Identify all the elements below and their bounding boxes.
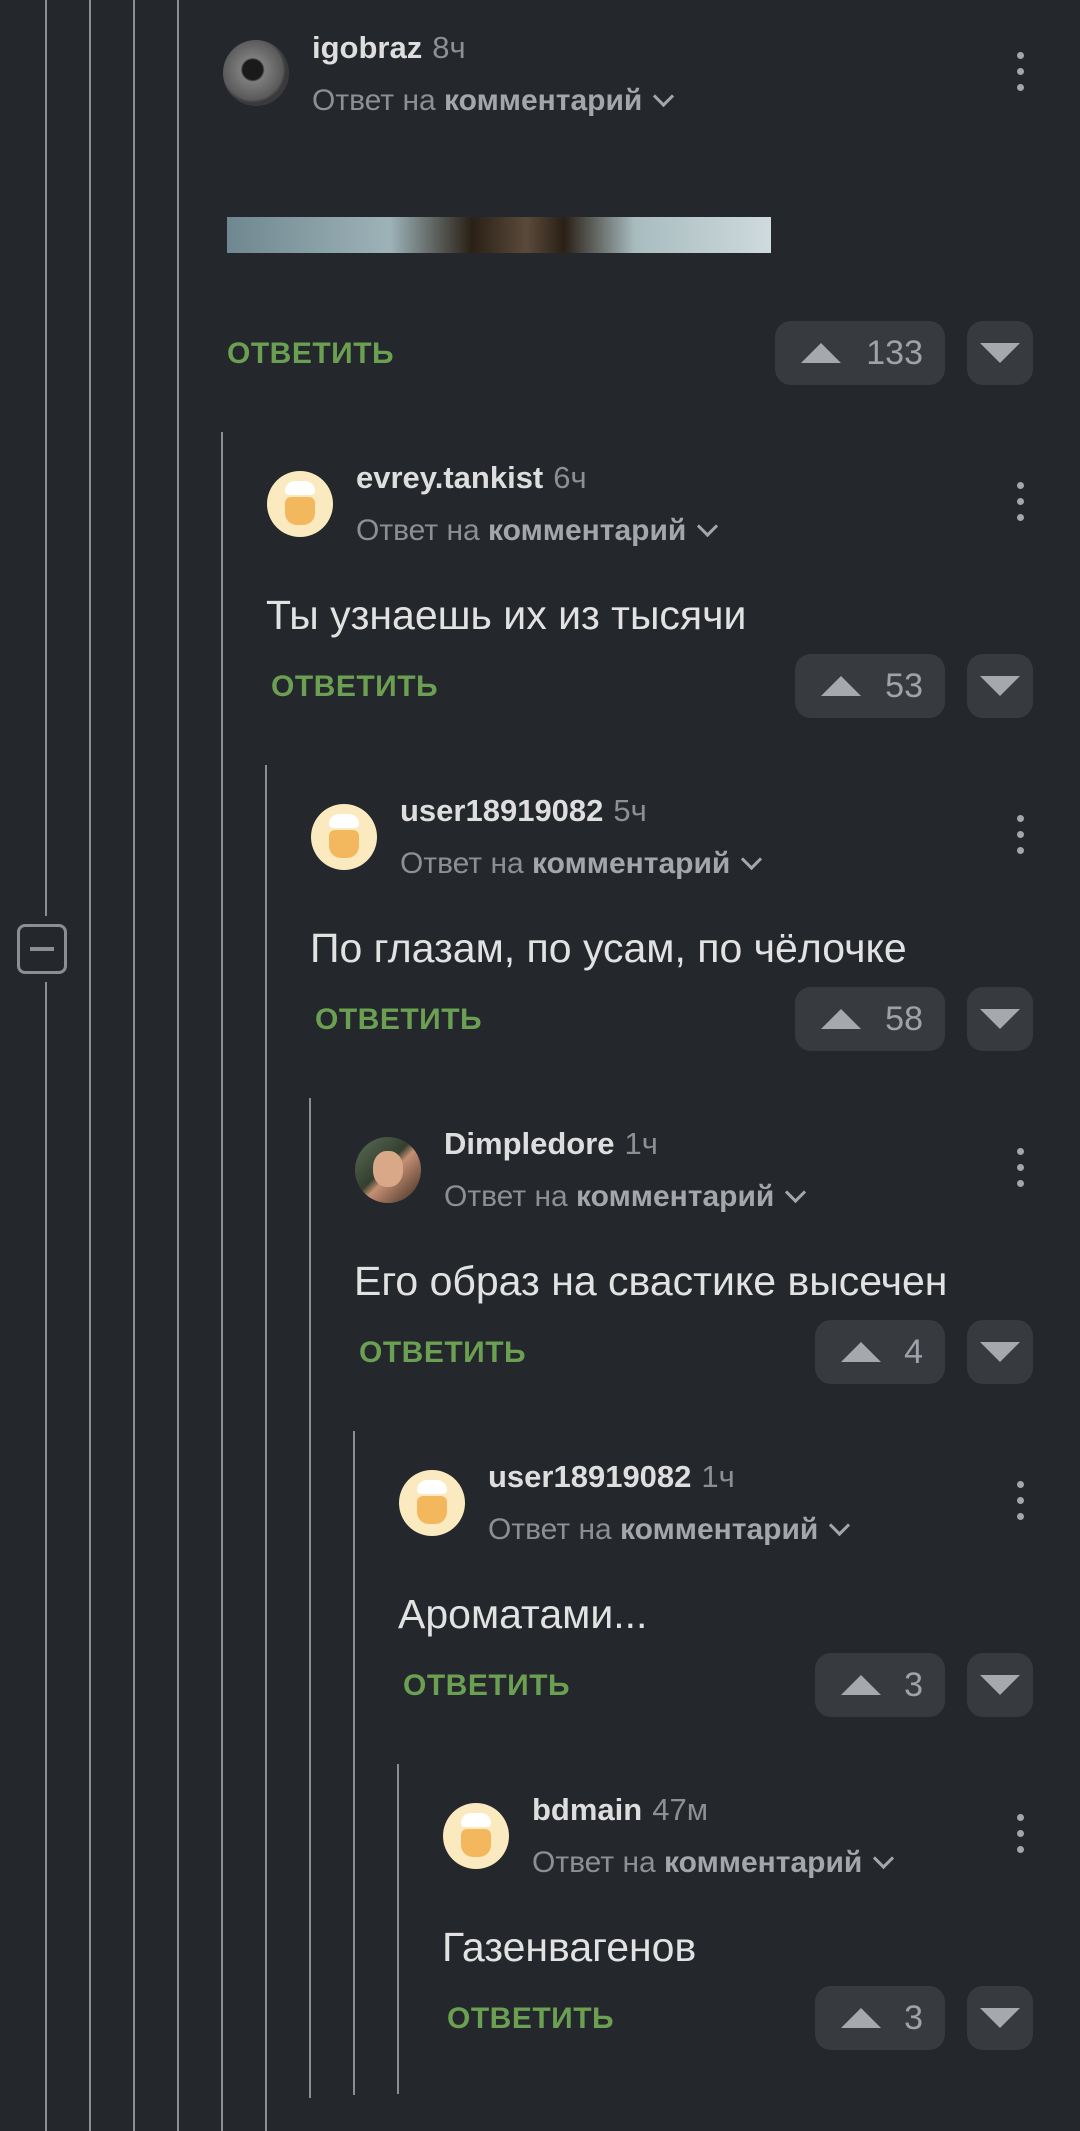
comment-time: 47м bbox=[652, 1792, 709, 1827]
comment-image[interactable] bbox=[227, 217, 771, 253]
chevron-down-icon bbox=[697, 515, 719, 538]
chevron-down-icon bbox=[873, 1847, 895, 1870]
comment-author[interactable]: bdmain 47м bbox=[532, 1792, 708, 1828]
comment-text: Его образ на свастике высечен bbox=[354, 1258, 948, 1304]
comment-time: 1ч bbox=[701, 1459, 735, 1494]
reply-button[interactable]: ОТВЕТИТЬ bbox=[315, 1003, 482, 1037]
comment-text: Газенвагенов bbox=[442, 1924, 697, 1970]
reply-to-link[interactable]: Ответ на комментарий bbox=[488, 1513, 851, 1547]
arrow-down-icon bbox=[980, 1342, 1020, 1362]
arrow-up-icon bbox=[841, 1675, 881, 1695]
more-options-icon[interactable] bbox=[1017, 482, 1025, 524]
comment-author[interactable]: Dimpledore 1ч bbox=[444, 1126, 658, 1162]
comment-text: Ты узнаешь их из тысячи bbox=[266, 592, 747, 638]
more-options-icon[interactable] bbox=[1017, 1148, 1025, 1190]
arrow-up-icon bbox=[841, 1342, 881, 1362]
user-avatar[interactable] bbox=[223, 40, 289, 106]
arrow-down-icon bbox=[980, 343, 1020, 363]
upvote-button[interactable]: 133 bbox=[775, 321, 945, 385]
user-avatar[interactable] bbox=[443, 1803, 509, 1869]
downvote-button[interactable] bbox=[967, 1986, 1033, 2050]
comment-time: 8ч bbox=[432, 30, 466, 65]
vote-count: 133 bbox=[866, 333, 923, 372]
comment-author[interactable]: evrey.tankist 6ч bbox=[356, 460, 587, 496]
vote-count: 3 bbox=[904, 1665, 923, 1704]
downvote-button[interactable] bbox=[967, 1320, 1033, 1384]
reply-button[interactable]: ОТВЕТИТЬ bbox=[227, 337, 394, 371]
reply-button[interactable]: ОТВЕТИТЬ bbox=[403, 1669, 570, 1703]
thread-line bbox=[265, 765, 267, 2131]
vote-count: 53 bbox=[885, 666, 923, 705]
chevron-down-icon bbox=[785, 1181, 807, 1204]
vote-count: 58 bbox=[885, 999, 923, 1038]
arrow-up-icon bbox=[801, 343, 841, 363]
chevron-down-icon bbox=[653, 85, 675, 108]
user-avatar[interactable] bbox=[399, 1470, 465, 1536]
more-options-icon[interactable] bbox=[1017, 1481, 1025, 1523]
comment-author[interactable]: igobraz 8ч bbox=[312, 30, 466, 66]
thread-line bbox=[89, 0, 91, 2131]
reply-to-link[interactable]: Ответ на комментарий bbox=[532, 1846, 895, 1880]
thread-line bbox=[177, 0, 179, 2131]
chevron-down-icon bbox=[741, 848, 763, 871]
user-avatar[interactable] bbox=[267, 471, 333, 537]
thread-line bbox=[397, 1764, 399, 2094]
downvote-button[interactable] bbox=[967, 321, 1033, 385]
upvote-button[interactable]: 3 bbox=[815, 1986, 945, 2050]
more-options-icon[interactable] bbox=[1017, 52, 1025, 94]
reply-button[interactable]: ОТВЕТИТЬ bbox=[271, 670, 438, 704]
upvote-button[interactable]: 3 bbox=[815, 1653, 945, 1717]
reply-button[interactable]: ОТВЕТИТЬ bbox=[359, 1336, 526, 1370]
comment-text: По глазам, по усам, по чёлочке bbox=[310, 925, 907, 971]
arrow-down-icon bbox=[980, 1675, 1020, 1695]
upvote-button[interactable]: 53 bbox=[795, 654, 945, 718]
reply-to-link[interactable]: Ответ на комментарий bbox=[444, 1180, 807, 1214]
chevron-down-icon bbox=[829, 1514, 851, 1537]
thread-line bbox=[45, 0, 47, 916]
arrow-up-icon bbox=[841, 2008, 881, 2028]
arrow-up-icon bbox=[821, 1009, 861, 1029]
reply-to-link[interactable]: Ответ на комментарий bbox=[312, 84, 675, 118]
thread-line bbox=[133, 0, 135, 2131]
user-avatar[interactable] bbox=[355, 1137, 421, 1203]
thread-line bbox=[353, 1431, 355, 2095]
more-options-icon[interactable] bbox=[1017, 1814, 1025, 1856]
downvote-button[interactable] bbox=[967, 987, 1033, 1051]
comment-time: 5ч bbox=[613, 793, 647, 828]
vote-count: 3 bbox=[904, 1998, 923, 2037]
comment-time: 1ч bbox=[624, 1126, 658, 1161]
arrow-down-icon bbox=[980, 2008, 1020, 2028]
thread-line bbox=[45, 982, 47, 2131]
more-options-icon[interactable] bbox=[1017, 815, 1025, 857]
upvote-button[interactable]: 58 bbox=[795, 987, 945, 1051]
downvote-button[interactable] bbox=[967, 654, 1033, 718]
comment-text: Ароматами... bbox=[398, 1591, 648, 1637]
thread-line bbox=[221, 432, 223, 2131]
upvote-button[interactable]: 4 bbox=[815, 1320, 945, 1384]
comment-time: 6ч bbox=[553, 460, 587, 495]
reply-to-link[interactable]: Ответ на комментарий bbox=[400, 847, 763, 881]
arrow-up-icon bbox=[821, 676, 861, 696]
thread-line bbox=[309, 1098, 311, 2098]
collapse-thread-button[interactable] bbox=[17, 924, 67, 974]
reply-to-link[interactable]: Ответ на комментарий bbox=[356, 514, 719, 548]
vote-count: 4 bbox=[904, 1332, 923, 1371]
downvote-button[interactable] bbox=[967, 1653, 1033, 1717]
user-avatar[interactable] bbox=[311, 804, 377, 870]
arrow-down-icon bbox=[980, 1009, 1020, 1029]
comment-author[interactable]: user18919082 1ч bbox=[488, 1459, 735, 1495]
comment-author[interactable]: user18919082 5ч bbox=[400, 793, 647, 829]
reply-button[interactable]: ОТВЕТИТЬ bbox=[447, 2002, 614, 2036]
arrow-down-icon bbox=[980, 676, 1020, 696]
